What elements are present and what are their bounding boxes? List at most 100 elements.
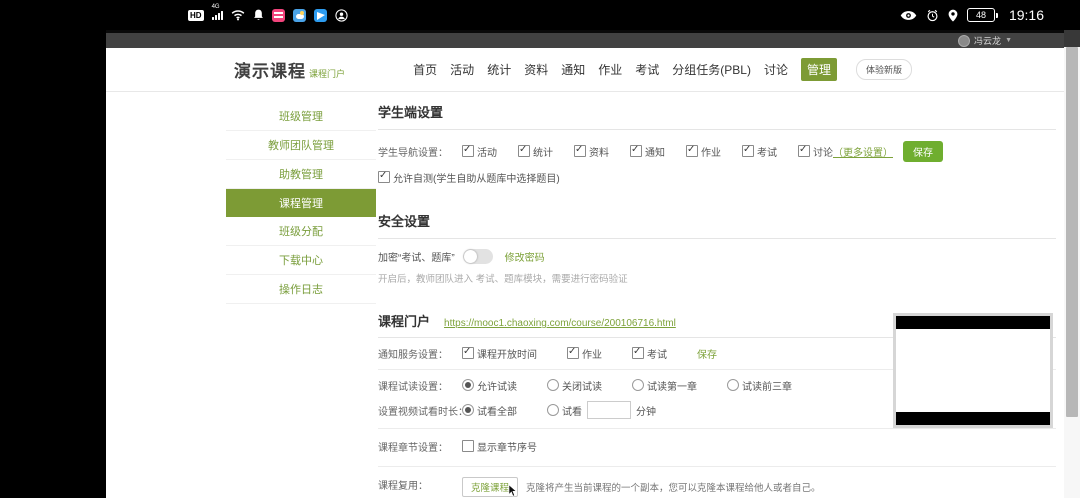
video-letterbox-top xyxy=(896,316,1050,329)
checkbox-homework[interactable]: 作业 xyxy=(686,144,721,159)
weather-app-icon xyxy=(293,9,306,22)
checkbox-icon xyxy=(630,145,642,157)
checkbox-icon xyxy=(742,145,754,157)
location-pin-icon xyxy=(948,9,958,22)
sidebar-item-class-management[interactable]: 班级管理 xyxy=(226,102,376,131)
self-test-row: 允许自测(学生自助从题库中选择题目) xyxy=(378,168,1056,199)
notify-save-link[interactable]: 保存 xyxy=(697,346,717,361)
course-portal-link[interactable]: https://mooc1.chaoxing.com/course/200106… xyxy=(444,318,676,329)
left-letterbox xyxy=(0,30,106,498)
nav-notifications[interactable]: 通知 xyxy=(561,61,585,78)
radio-trial-three-chapters[interactable]: 试读前三章 xyxy=(727,378,792,393)
video-letterbox-bottom xyxy=(896,412,1050,425)
scrollbar-thumb[interactable] xyxy=(1066,47,1078,417)
chapter-label: 课程章节设置： xyxy=(378,439,462,454)
nav-home[interactable]: 首页 xyxy=(413,61,437,78)
clock-time: 19:16 xyxy=(1009,7,1044,23)
encrypt-toggle[interactable] xyxy=(463,249,493,264)
checkbox-notifications[interactable]: 通知 xyxy=(630,144,665,159)
floating-video-window[interactable] xyxy=(893,313,1053,428)
clone-course-button[interactable]: 克隆课程 xyxy=(462,477,518,497)
nav-discussion[interactable]: 讨论 xyxy=(764,61,788,78)
trial-label: 课程试读设置： xyxy=(378,378,462,393)
notification-bell-icon xyxy=(253,9,264,21)
nav-activity[interactable]: 活动 xyxy=(450,61,474,78)
nav-pbl[interactable]: 分组任务(PBL) xyxy=(672,61,751,78)
video-label: 设置视频试看时长： xyxy=(378,403,462,418)
notify-label: 通知服务设置： xyxy=(378,346,462,361)
username[interactable]: 冯云龙 xyxy=(974,34,1001,47)
alarm-clock-icon xyxy=(926,9,939,22)
radio-preview-limited[interactable]: 试看 xyxy=(547,403,582,418)
checkbox-notify-homework[interactable]: 作业 xyxy=(567,346,602,361)
site-header: 演示课程 课程门户 首页 活动 统计 资料 通知 作业 考试 分组任务(PBL)… xyxy=(106,48,1064,92)
more-settings-link[interactable]: （更多设置） xyxy=(833,144,893,159)
hd-icon: HD xyxy=(188,10,204,21)
clone-line: 克隆课程 克隆将产生当前课程的一个副本，您可以克隆本课程给他人或者自己。 xyxy=(462,477,906,497)
sidebar-item-teacher-team[interactable]: 教师团队管理 xyxy=(226,131,376,160)
sidebar-item-class-assignment[interactable]: 班级分配 xyxy=(226,217,376,246)
status-right-icons: 48 19:16 xyxy=(900,0,1044,30)
page-title: 演示课程 xyxy=(234,57,306,82)
radio-icon xyxy=(632,379,644,391)
checkbox-icon xyxy=(462,145,474,157)
status-bar: HD 4G 48 19:16 xyxy=(0,0,1080,30)
checkbox-chapter-number[interactable]: 显示章节序号 xyxy=(462,439,537,454)
encrypt-label: 加密“考试、题库” xyxy=(378,249,455,264)
battery-percent: 48 xyxy=(967,8,995,22)
checkbox-exams[interactable]: 考试 xyxy=(742,144,777,159)
sidebar-item-download-center[interactable]: 下载中心 xyxy=(226,246,376,275)
section-title-security: 安全设置 xyxy=(378,211,1056,239)
radio-preview-all[interactable]: 试看全部 xyxy=(462,403,517,418)
course-reuse-row: 课程复用： 克隆课程 克隆将产生当前课程的一个副本，您可以克隆本课程给他人或者自… xyxy=(378,467,1056,498)
nav-materials[interactable]: 资料 xyxy=(524,61,548,78)
nav-statistics[interactable]: 统计 xyxy=(487,61,511,78)
nav-exams[interactable]: 考试 xyxy=(635,61,659,78)
video-content xyxy=(896,329,1050,412)
checkbox-activity[interactable]: 活动 xyxy=(462,144,497,159)
section-title-student: 学生端设置 xyxy=(378,102,1056,130)
checkbox-icon xyxy=(632,347,644,359)
page-scrollbar[interactable] xyxy=(1064,30,1080,498)
content-area: 班级管理 教师团队管理 助教管理 课程管理 班级分配 下载中心 操作日志 学生端… xyxy=(106,92,1064,498)
radio-icon xyxy=(462,379,474,391)
page-subtitle: 课程门户 xyxy=(309,67,345,80)
radio-icon xyxy=(547,379,559,391)
chevron-down-icon: ▼ xyxy=(1005,37,1012,44)
nav-manage[interactable]: 管理 xyxy=(801,58,837,81)
reuse-label: 课程复用： xyxy=(378,477,462,492)
checkbox-notify-exam[interactable]: 考试 xyxy=(632,346,667,361)
trial-minutes-input[interactable] xyxy=(587,401,631,419)
nav-homework[interactable]: 作业 xyxy=(598,61,622,78)
course-title-wrap: 演示课程 课程门户 xyxy=(234,57,345,82)
settings-panel: 学生端设置 学生导航设置： 活动 统计 资料 通知 作业 考试 讨论 （更多设置… xyxy=(378,102,1056,498)
checkbox-self-test[interactable]: 允许自测(学生自助从题库中选择题目) xyxy=(378,170,560,185)
try-new-version-button[interactable]: 体验新版 xyxy=(856,59,912,80)
messenger-app-icon xyxy=(314,9,327,22)
radio-trial-first-chapter[interactable]: 试读第一章 xyxy=(632,378,697,393)
section-title-portal: 课程门户 xyxy=(378,311,430,330)
sidebar-item-ta-management[interactable]: 助教管理 xyxy=(226,160,376,189)
checkbox-icon xyxy=(686,145,698,157)
encrypt-row: 加密“考试、题库” 修改密码 xyxy=(378,239,1056,268)
checkbox-icon xyxy=(462,440,474,452)
checkbox-open-time[interactable]: 课程开放时间 xyxy=(462,346,537,361)
checkbox-materials[interactable]: 资料 xyxy=(574,144,609,159)
account-shield-icon xyxy=(335,9,348,22)
checkbox-statistics[interactable]: 统计 xyxy=(518,144,553,159)
radio-allow-trial[interactable]: 允许试读 xyxy=(462,378,517,393)
battery-icon: 48 xyxy=(967,8,998,22)
checkbox-discussion[interactable]: 讨论 xyxy=(798,144,833,159)
scrollbar-top-cap xyxy=(1064,30,1080,47)
sidebar-item-course-management[interactable]: 课程管理 xyxy=(226,189,376,217)
course-nav: 首页 活动 统计 资料 通知 作业 考试 分组任务(PBL) 讨论 管理 体验新… xyxy=(413,58,912,81)
student-nav-settings-row: 学生导航设置： 活动 统计 资料 通知 作业 考试 讨论 （更多设置） 保存 xyxy=(378,130,1056,168)
radio-icon xyxy=(462,404,474,416)
user-avatar[interactable] xyxy=(958,35,970,47)
radio-close-trial[interactable]: 关闭试读 xyxy=(547,378,602,393)
checkbox-icon xyxy=(518,145,530,157)
checkbox-icon xyxy=(574,145,586,157)
save-button[interactable]: 保存 xyxy=(903,141,943,162)
modify-password-link[interactable]: 修改密码 xyxy=(505,249,545,264)
sidebar-item-operation-log[interactable]: 操作日志 xyxy=(226,275,376,304)
